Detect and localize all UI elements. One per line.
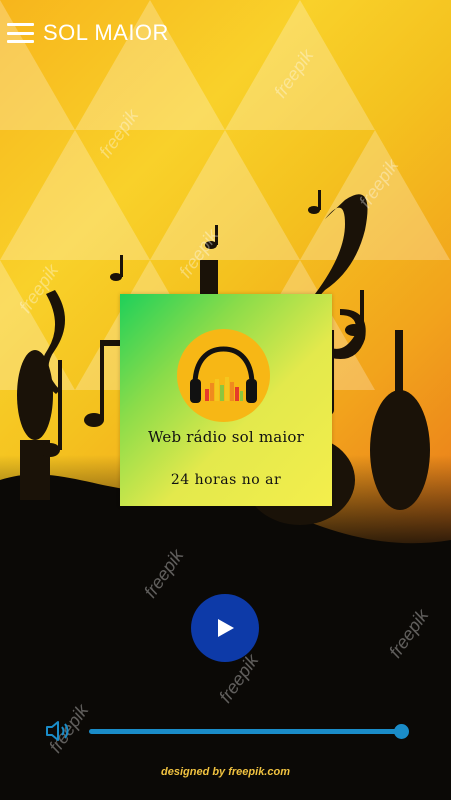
station-name: Web rádio sol maior: [147, 428, 304, 446]
station-tagline: 24 horas no ar: [170, 472, 282, 488]
volume-slider[interactable]: [89, 724, 409, 739]
station-logo: [177, 329, 270, 422]
app-title: SOL MAIOR: [43, 20, 169, 45]
play-button[interactable]: [191, 594, 259, 662]
play-icon: [218, 619, 234, 637]
headphones-equalizer-icon: [190, 346, 257, 403]
speaker-volume-icon[interactable]: [45, 719, 71, 743]
hamburger-menu-icon[interactable]: [7, 23, 34, 43]
app-bar: SOL MAIOR: [0, 0, 451, 66]
station-card: Web rádio sol maior 24 horas no ar: [120, 294, 332, 506]
volume-slider-thumb[interactable]: [394, 724, 409, 739]
designer-credit: designed by freepik.com: [161, 766, 290, 778]
